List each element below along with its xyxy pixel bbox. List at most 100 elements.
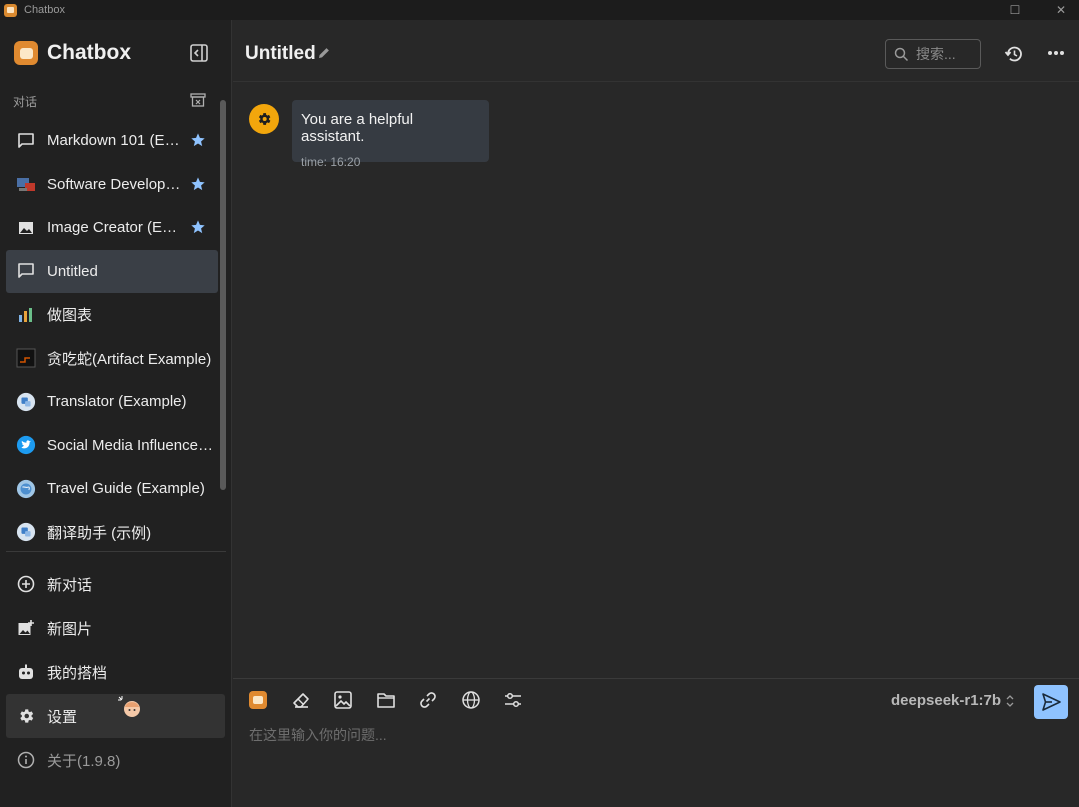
message-text: You are a helpful assistant. <box>301 111 414 145</box>
star-icon[interactable] <box>190 132 206 148</box>
search-box[interactable] <box>885 39 981 69</box>
copilot-picker-button[interactable] <box>247 689 269 711</box>
conversation-item[interactable]: Software Developer (Example) <box>6 163 218 207</box>
my-copilots-button[interactable]: 我的搭档 <box>6 650 225 694</box>
search-icon <box>894 47 909 61</box>
sliders-icon <box>505 692 521 708</box>
clear-button[interactable] <box>290 689 312 711</box>
menu-label: 关于(1.9.8) <box>47 752 121 770</box>
conversation-label: 贪吃蛇(Artifact Example) <box>47 350 212 368</box>
collapse-sidebar-icon[interactable] <box>189 43 209 63</box>
menu-label: 新对话 <box>47 576 93 594</box>
plus-circle-icon <box>17 575 35 593</box>
chatbox-logo-icon <box>249 691 267 709</box>
archive-icon[interactable] <box>190 93 206 107</box>
eraser-icon <box>292 693 309 708</box>
attach-image-button[interactable] <box>332 689 354 711</box>
chatbox-logo-icon <box>14 41 38 65</box>
menu-label: 我的搭档 <box>47 664 108 682</box>
link-icon <box>420 692 436 708</box>
sidebar-divider <box>6 551 226 552</box>
model-name: deepseek-r1:7b <box>891 692 1002 709</box>
composer: deepseek-r1:7b <box>233 678 1079 807</box>
conversation-item[interactable]: Markdown 101 (Example) <box>6 119 218 163</box>
image-icon <box>16 218 36 238</box>
maximize-button[interactable]: ☐ <box>995 0 1035 20</box>
search-input[interactable] <box>916 46 976 62</box>
conversation-item[interactable]: Translator (Example) <box>6 380 218 424</box>
conversation-label: Untitled <box>47 262 98 280</box>
window-title: Chatbox <box>24 4 65 16</box>
snake-game-avatar-icon <box>16 348 36 368</box>
new-chat-button[interactable]: 新对话 <box>6 562 225 606</box>
window-titlebar: Chatbox ☐ ✕ <box>0 0 1079 20</box>
more-options-icon[interactable] <box>1047 50 1065 56</box>
conversation-item[interactable]: Travel Guide (Example) <box>6 467 218 511</box>
settings-button[interactable]: 设置 <box>6 694 225 738</box>
new-image-button[interactable]: 新图片 <box>6 606 225 650</box>
gear-icon <box>17 707 35 725</box>
conversation-label: Translator (Example) <box>47 393 187 411</box>
image-icon <box>334 691 352 709</box>
web-browsing-button[interactable] <box>460 689 482 711</box>
globe-icon <box>461 691 480 709</box>
conversation-label: 做图表 <box>47 307 93 325</box>
conversation-item[interactable]: Social Media Influencer (Example) <box>6 424 218 468</box>
conversation-item[interactable]: 翻译助手 (示例) <box>6 511 218 555</box>
conversation-list: Markdown 101 (Example) Software Develope… <box>6 119 218 554</box>
history-icon[interactable] <box>1004 44 1024 64</box>
translator-avatar-icon <box>16 392 36 412</box>
twitter-avatar-icon <box>16 435 36 455</box>
sidebar-scrollbar[interactable] <box>220 100 226 490</box>
chat-bubble-icon <box>16 131 36 151</box>
send-icon <box>1042 693 1061 711</box>
developer-avatar-icon <box>16 174 36 194</box>
sidebar-menu: 新对话 新图片 我的搭档 设置 关于(1.9.8) <box>6 562 225 782</box>
composer-toolbar <box>247 689 545 711</box>
star-icon[interactable] <box>190 176 206 192</box>
translator-avatar-icon <box>16 522 36 542</box>
conversation-label: Social Media Influencer (Example) <box>47 436 215 454</box>
chat-settings-button[interactable] <box>502 689 524 711</box>
brand: Chatbox <box>14 41 131 65</box>
message-input[interactable] <box>249 727 1009 743</box>
chat-bubble-icon <box>16 261 36 281</box>
edit-pencil-icon[interactable] <box>317 46 331 60</box>
conversation-label: 翻译助手 (示例) <box>47 524 152 542</box>
brand-name: Chatbox <box>47 41 131 64</box>
info-icon <box>17 751 35 769</box>
chat-main: Untitled You are a helpful assistant. ti… <box>233 20 1079 807</box>
system-avatar <box>249 104 279 134</box>
chart-avatar-icon <box>16 305 36 325</box>
add-photo-icon <box>17 619 35 637</box>
chat-header: Untitled <box>233 20 1079 82</box>
gear-icon <box>258 113 271 125</box>
menu-label: 新图片 <box>47 620 93 638</box>
conversations-section-label: 对话 <box>13 95 38 109</box>
conversation-label: Travel Guide (Example) <box>47 480 205 498</box>
attach-link-button[interactable] <box>417 689 439 711</box>
chat-title: Untitled <box>245 43 316 64</box>
send-button[interactable] <box>1034 685 1068 719</box>
unfold-icon <box>1006 694 1014 707</box>
close-window-button[interactable]: ✕ <box>1041 0 1079 20</box>
app-logo-icon <box>4 3 17 17</box>
system-message[interactable]: You are a helpful assistant. time: 16:20 <box>292 100 489 169</box>
about-button[interactable]: 关于(1.9.8) <box>6 738 225 782</box>
conversation-item[interactable]: 做图表 <box>6 293 218 337</box>
robot-icon <box>17 663 35 681</box>
message-time: time: 16:20 <box>301 155 361 169</box>
conversation-label: Image Creator (Example) <box>47 219 183 237</box>
folder-icon <box>376 693 395 708</box>
star-icon[interactable] <box>190 219 206 235</box>
attach-file-button[interactable] <box>375 689 397 711</box>
conversation-label: Markdown 101 (Example) <box>47 132 183 150</box>
model-selector[interactable]: deepseek-r1:7b <box>891 692 1015 709</box>
conversation-item[interactable]: 贪吃蛇(Artifact Example) <box>6 337 218 381</box>
travel-avatar-icon <box>16 479 36 499</box>
sidebar: Chatbox 对话 Markdown 101 (Example) Softwa… <box>0 20 232 807</box>
cursor-mascot-icon <box>118 696 140 717</box>
menu-label: 设置 <box>47 708 78 726</box>
conversation-item-active[interactable]: Untitled <box>6 249 218 293</box>
conversation-item[interactable]: Image Creator (Example) <box>6 206 218 250</box>
